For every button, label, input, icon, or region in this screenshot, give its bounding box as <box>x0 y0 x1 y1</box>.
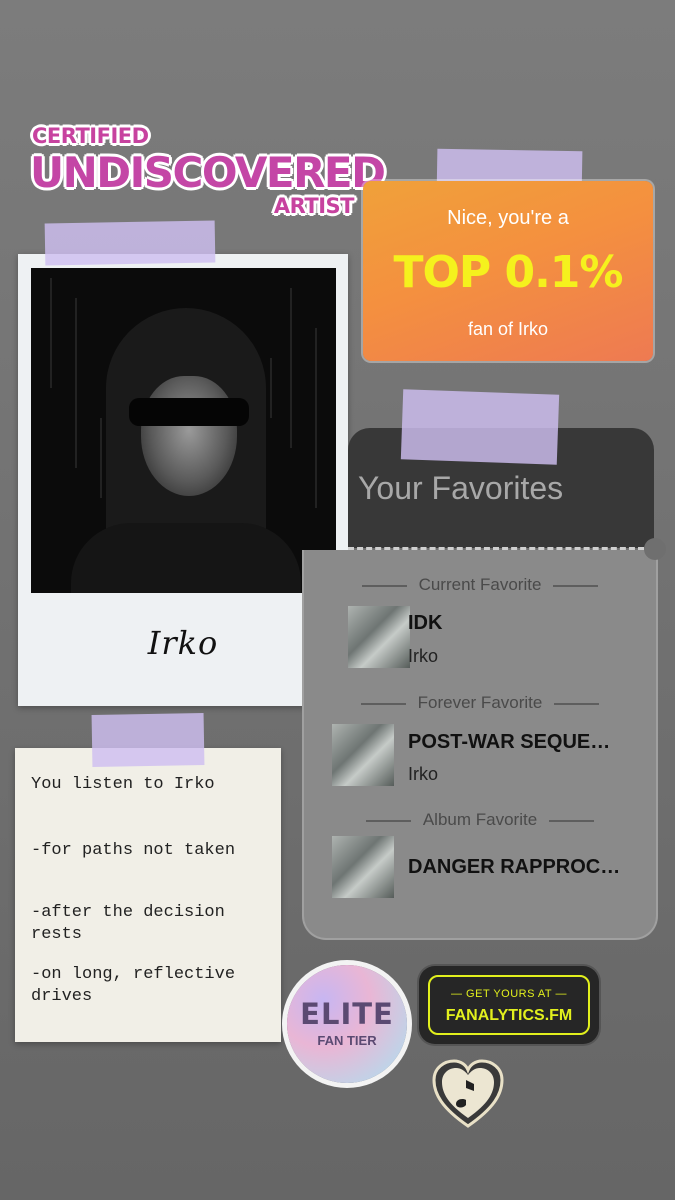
promo-tagline: — GET YOURS AT — <box>451 988 567 1000</box>
note-line: You listen to Irko <box>31 775 215 794</box>
note-line: -on long, reflective drives <box>31 965 236 1006</box>
album-favorite-label: Album Favorite <box>304 810 656 830</box>
undiscovered-label: UNDISCOVERED <box>30 148 386 197</box>
album-favorite-title[interactable]: DANGER RAPPROC… <box>408 856 620 879</box>
fan-tier-label: FAN TIER <box>317 1033 377 1048</box>
heart-music-note-icon <box>430 1058 506 1130</box>
artist-signature: Irko <box>147 624 219 662</box>
promo-site: FANALYTICS.FM <box>445 1007 573 1024</box>
rank-intro: Nice, you're a <box>447 207 569 229</box>
current-favorite-cover[interactable] <box>348 606 410 668</box>
rank-artist: fan of Irko <box>467 319 549 339</box>
shirt-shape <box>71 523 301 593</box>
ticket-notch <box>644 538 666 560</box>
sunglasses-shape <box>129 398 249 426</box>
current-favorite-label: Current Favorite <box>304 575 656 595</box>
top-fan-rank-card: Nice, you're a TOP 0.1% fan of Irko <box>363 181 653 361</box>
promo-border: — GET YOURS AT — FANALYTICS.FM <box>428 975 590 1035</box>
elite-fan-tier-badge: ELITE FAN TIER <box>287 965 407 1083</box>
forever-favorite-cover[interactable] <box>332 724 394 786</box>
artist-photo <box>31 268 336 593</box>
certified-label: CERTIFIED <box>32 124 149 148</box>
current-favorite-artist: Irko <box>408 646 439 666</box>
elite-label: ELITE <box>300 997 394 1031</box>
face-shape <box>141 376 237 496</box>
rank-percent: TOP 0.1% <box>393 247 623 298</box>
note-line: -for paths not taken <box>31 841 236 860</box>
album-favorite-cover[interactable] <box>332 836 394 898</box>
favorites-body: Current Favorite IDK Irko Forever Favori… <box>302 538 666 940</box>
tape-decoration <box>91 713 205 767</box>
favorites-title: Your Favorites <box>358 470 564 506</box>
artist-label: ARTIST <box>273 194 355 218</box>
forever-favorite-artist: Irko <box>408 764 439 784</box>
artist-polaroid: Irko <box>18 254 348 706</box>
tape-decoration <box>44 220 216 266</box>
current-favorite-track[interactable]: IDK <box>408 612 442 635</box>
certified-undiscovered-artist-badge: CERTIFIED UNDISCOVERED ARTIST <box>28 122 386 222</box>
forever-favorite-label: Forever Favorite <box>304 693 656 713</box>
note-line: -after the decision rests <box>31 903 225 944</box>
forever-favorite-track[interactable]: POST-WAR SEQUE… <box>408 731 610 754</box>
fanalytics-promo-button[interactable]: — GET YOURS AT — FANALYTICS.FM <box>419 966 599 1044</box>
listening-note-card: You listen to Irko -for paths not taken … <box>15 748 281 1042</box>
tape-decoration <box>400 389 560 465</box>
